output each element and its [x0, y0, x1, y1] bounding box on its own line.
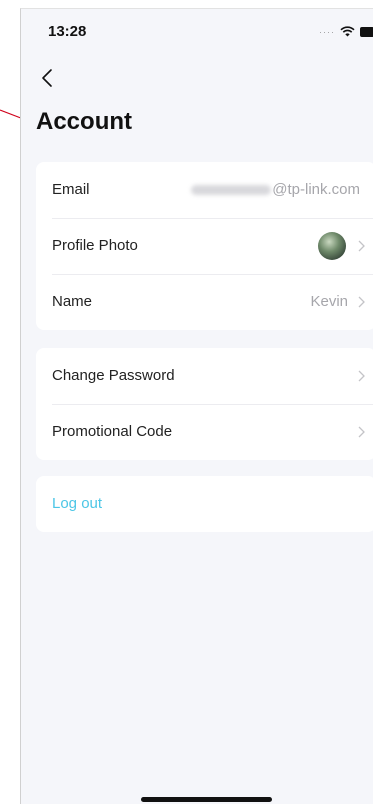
email-redaction: [191, 185, 272, 196]
wifi-icon: [340, 26, 355, 37]
avatar: [318, 232, 346, 260]
status-icons: ····: [319, 26, 373, 37]
email-domain: @tp-link.com: [272, 181, 360, 198]
home-indicator: [141, 797, 272, 802]
name-row[interactable]: Name Kevin: [36, 274, 373, 330]
phone-screen: 13:28 ···· Account Email @tp-link.com Pr…: [20, 8, 373, 804]
page-title: Account: [36, 108, 132, 135]
logout-button[interactable]: Log out: [36, 476, 373, 532]
status-bar: 13:28 ····: [21, 9, 373, 53]
email-label: Email: [52, 181, 90, 198]
logout-label: Log out: [52, 495, 103, 512]
promotional-code-label: Promotional Code: [52, 423, 173, 440]
profile-photo-row[interactable]: Profile Photo: [36, 218, 373, 274]
battery-icon: [360, 26, 373, 37]
cellular-signal-icon: ····: [319, 26, 335, 37]
status-time: 13:28: [48, 23, 87, 40]
chevron-right-icon: [358, 426, 365, 438]
account-info-card: Email @tp-link.com Profile Photo Name Ke…: [36, 162, 373, 330]
back-chevron-icon[interactable]: [39, 65, 61, 91]
chevron-right-icon: [358, 240, 365, 252]
chevron-right-icon: [358, 370, 365, 382]
change-password-label: Change Password: [52, 367, 175, 384]
chevron-right-icon: [358, 296, 365, 308]
change-password-row[interactable]: Change Password: [36, 348, 373, 404]
profile-photo-label: Profile Photo: [52, 237, 138, 254]
promotional-code-row[interactable]: Promotional Code: [36, 404, 373, 460]
logout-card: Log out: [36, 476, 373, 532]
email-row[interactable]: Email @tp-link.com: [36, 162, 373, 218]
name-value: Kevin: [310, 293, 348, 310]
security-card: Change Password Promotional Code: [36, 348, 373, 460]
name-label: Name: [52, 293, 93, 310]
email-value: @tp-link.com: [191, 181, 360, 198]
